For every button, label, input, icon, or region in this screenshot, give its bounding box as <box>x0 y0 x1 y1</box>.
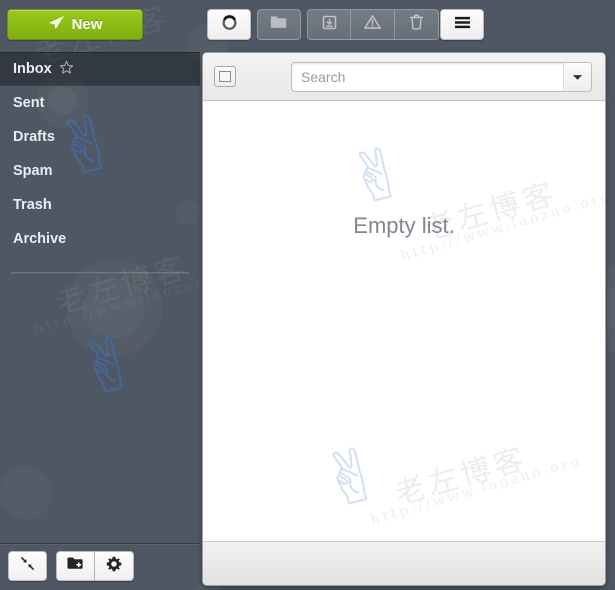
star-icon[interactable] <box>59 60 74 79</box>
sidebar-item-sent[interactable]: Sent <box>0 86 200 120</box>
watermark-hand-logo: ✌ <box>338 129 416 223</box>
delete-button[interactable] <box>395 9 439 40</box>
add-folder-button[interactable] <box>56 551 95 581</box>
circle-refresh-icon <box>221 14 238 36</box>
refresh-button[interactable] <box>207 9 251 40</box>
sidebar-item-drafts[interactable]: Drafts <box>0 120 200 154</box>
sidebar: New Inbox Sent Drafts Spam Trash Archive <box>0 0 200 590</box>
warning-triangle-icon <box>364 14 381 35</box>
more-menu-group <box>440 9 484 40</box>
sidebar-item-label: Archive <box>13 231 67 247</box>
search-input[interactable] <box>292 63 563 91</box>
message-list-footer <box>203 541 605 585</box>
watermark-cn-text: 老左博客 <box>391 441 532 513</box>
watermark-url-text: http://www.laozuo.org <box>369 452 585 529</box>
folder-icon <box>270 15 288 35</box>
search-scope-dropdown-button[interactable] <box>563 63 591 91</box>
move-to-folder-button[interactable] <box>257 9 301 40</box>
archive-box-icon <box>322 15 337 35</box>
mail-client-window: ✌ ✌ 老左博客 http://www.laozuo.org 老左博客 New … <box>0 0 615 590</box>
sidebar-item-label: Trash <box>13 197 52 213</box>
sidebar-item-trash[interactable]: Trash <box>0 188 200 222</box>
hamburger-menu-icon <box>453 15 472 35</box>
trash-can-icon <box>409 14 424 35</box>
spam-button[interactable] <box>351 9 395 40</box>
collapse-arrows-icon <box>20 556 35 576</box>
watermark-cn-text: 老左博客 <box>420 176 561 248</box>
refresh-button-group <box>207 9 251 40</box>
paper-plane-icon <box>48 15 65 34</box>
sidebar-item-label: Inbox <box>13 61 52 77</box>
new-message-button[interactable]: New <box>7 9 143 40</box>
sidebar-item-archive[interactable]: Archive <box>0 222 200 256</box>
gear-icon <box>106 556 122 577</box>
folder-list: Inbox Sent Drafts Spam Trash Archive <box>0 52 200 256</box>
sidebar-item-label: Spam <box>13 163 53 179</box>
archive-button[interactable] <box>307 9 351 40</box>
message-list-panel: ✌ ✌ 老左博客 http://www.laozuo.org 老左博客 http… <box>202 52 606 586</box>
new-message-label: New <box>71 16 103 33</box>
message-actions-group <box>307 9 439 40</box>
watermark-url-text: http://www.laozuo.org <box>399 188 605 265</box>
collapse-button[interactable] <box>8 551 47 581</box>
watermark-hand-logo: ✌ <box>311 428 393 528</box>
empty-list-message: Empty list. <box>353 213 455 238</box>
search-field-wrapper <box>291 62 592 92</box>
sidebar-item-label: Sent <box>13 95 45 111</box>
sidebar-divider <box>11 272 189 274</box>
chevron-down-icon <box>572 68 583 86</box>
message-list-body[interactable]: ✌ ✌ 老左博客 http://www.laozuo.org 老左博客 http… <box>203 101 605 541</box>
more-menu-button[interactable] <box>440 9 484 40</box>
message-list-header <box>203 53 605 101</box>
select-all-checkbox[interactable] <box>214 66 236 87</box>
folder-plus-icon <box>67 556 84 576</box>
sidebar-footer-buttons <box>8 551 134 581</box>
checkbox-box-icon <box>219 71 231 82</box>
top-toolbar <box>200 0 615 50</box>
settings-button[interactable] <box>95 551 134 581</box>
sidebar-footer <box>0 543 200 590</box>
sidebar-item-label: Drafts <box>13 129 55 145</box>
sidebar-item-inbox[interactable]: Inbox <box>0 52 200 86</box>
sidebar-item-spam[interactable]: Spam <box>0 154 200 188</box>
folder-button-group <box>257 9 301 40</box>
